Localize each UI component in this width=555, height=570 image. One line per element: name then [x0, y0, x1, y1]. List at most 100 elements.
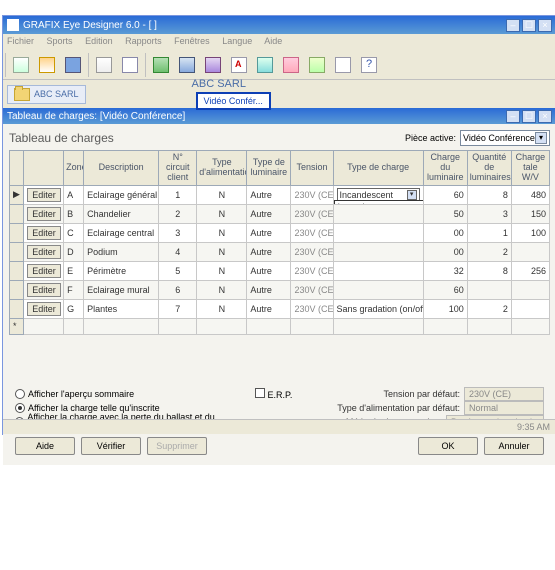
cell-chargelum[interactable]: 00 [423, 223, 467, 242]
cell-circuit[interactable]: 6 [159, 280, 197, 299]
edit-button[interactable]: Editer [27, 264, 61, 278]
tool-open[interactable] [35, 53, 59, 77]
cell-circuit[interactable]: 1 [159, 185, 197, 204]
cell-desc[interactable]: Eclairage mural [84, 280, 159, 299]
tool-people[interactable] [279, 53, 303, 77]
menu-lang[interactable]: Langue [222, 36, 252, 46]
menu-reports[interactable]: Rapports [125, 36, 162, 46]
cell-chargelum[interactable]: 32 [423, 261, 467, 280]
col-lumtype[interactable]: Type de luminaire [247, 151, 291, 186]
cell-tension[interactable]: 230V (CE) [291, 242, 333, 261]
tool-doc[interactable] [118, 53, 142, 77]
cell-lumtype[interactable]: Autre [247, 242, 291, 261]
tool-text[interactable] [227, 53, 251, 77]
cell-chargelum[interactable]: 60 [423, 280, 467, 299]
cell-chargelum[interactable]: 50 [423, 204, 467, 223]
table-row-new[interactable]: * [10, 318, 550, 334]
cell-tension[interactable]: 230V (CE) [291, 299, 333, 318]
col-zone[interactable]: Zone [64, 151, 84, 186]
col-chargelum[interactable]: Charge du luminaire [423, 151, 467, 186]
cell-circuit[interactable]: 4 [159, 242, 197, 261]
col-aliment[interactable]: Type d'alimentation [197, 151, 247, 186]
row-header[interactable] [10, 299, 24, 318]
cell-desc[interactable]: Eclairage général [84, 185, 159, 204]
cell-zone[interactable]: G [64, 299, 84, 318]
cancel-button[interactable]: Annuler [484, 437, 544, 455]
table-row[interactable]: ▶ Editer A Eclairage général 1 N Autre 2… [10, 185, 550, 204]
cell-aliment[interactable]: N [197, 280, 247, 299]
empty-cell[interactable] [159, 318, 197, 334]
row-header[interactable] [10, 261, 24, 280]
cell-totalcharge[interactable]: 480 [511, 185, 549, 204]
maximize-button[interactable]: ☐ [522, 19, 536, 32]
cell-totalcharge[interactable]: 150 [511, 204, 549, 223]
tool-save[interactable] [61, 53, 85, 77]
cell-chargetype[interactable] [333, 204, 423, 223]
cell-lumtype[interactable]: Autre [247, 299, 291, 318]
cell-qtylum[interactable]: 2 [467, 242, 511, 261]
cell-qtylum[interactable]: 8 [467, 261, 511, 280]
col-chargetype[interactable]: Type de charge [333, 151, 423, 186]
cell-lumtype[interactable]: Autre [247, 261, 291, 280]
cell-aliment[interactable]: N [197, 223, 247, 242]
empty-cell[interactable] [197, 318, 247, 334]
cell-circuit[interactable]: 7 [159, 299, 197, 318]
cell-desc[interactable]: Périmètre [84, 261, 159, 280]
ok-button[interactable]: OK [418, 437, 478, 455]
active-room-pill[interactable]: Vidéo Confér... [196, 92, 271, 110]
radio-summary[interactable] [15, 389, 25, 399]
edit-button[interactable]: Editer [27, 245, 61, 259]
tool-cfg1[interactable] [175, 53, 199, 77]
cell-aliment[interactable]: N [197, 185, 247, 204]
row-header[interactable] [10, 223, 24, 242]
edit-button[interactable]: Editer [27, 302, 61, 316]
tool-list[interactable] [331, 53, 355, 77]
tool-cut[interactable] [92, 53, 116, 77]
cell-circuit[interactable]: 2 [159, 204, 197, 223]
cell-lumtype[interactable]: Autre [247, 204, 291, 223]
table-row[interactable]: Editer E Périmètre 5 N Autre 230V (CE) 3… [10, 261, 550, 280]
row-header-new[interactable]: * [10, 318, 24, 334]
dropdown-option[interactable]: Incandescent [335, 201, 424, 205]
cell-qtylum[interactable]: 3 [467, 204, 511, 223]
cell-tension[interactable]: 230V (CE) [291, 204, 333, 223]
inner-close-button[interactable]: × [538, 110, 552, 123]
cell-zone[interactable]: C [64, 223, 84, 242]
cell-totalcharge[interactable] [511, 299, 549, 318]
empty-cell[interactable] [333, 318, 423, 334]
cell-qtylum[interactable] [467, 280, 511, 299]
tool-cfg2[interactable] [201, 53, 225, 77]
close-button[interactable]: × [538, 19, 552, 32]
tool-sound[interactable] [305, 53, 329, 77]
empty-cell[interactable] [291, 318, 333, 334]
col-totalcharge[interactable]: Charge tale W/V [511, 151, 549, 186]
help-button[interactable]: Aide [15, 437, 75, 455]
edit-button[interactable]: Editer [27, 226, 61, 240]
edit-button[interactable]: Editer [27, 207, 61, 221]
cell-zone[interactable]: A [64, 185, 84, 204]
cell-chargelum[interactable]: 00 [423, 242, 467, 261]
dropdown-list[interactable]: IncandescentTBT ferromagnétiqueTBT élect… [334, 200, 424, 205]
checkbox-erp[interactable] [255, 388, 265, 398]
cell-chargetype[interactable]: Incandescent ▾ IncandescentTBT ferromagn… [333, 185, 423, 204]
empty-cell[interactable] [511, 318, 549, 334]
cell-qtylum[interactable]: 1 [467, 223, 511, 242]
verify-button[interactable]: Vérifier [81, 437, 141, 455]
row-header[interactable] [10, 242, 24, 261]
cell-aliment[interactable]: N [197, 242, 247, 261]
edit-button[interactable]: Editer [27, 188, 61, 202]
cell-lumtype[interactable]: Autre [247, 185, 291, 204]
table-row[interactable]: Editer B Chandelier 2 N Autre 230V (CE) … [10, 204, 550, 223]
active-room-dropdown[interactable]: Vidéo Conférence ▾ [460, 130, 550, 146]
table-row[interactable]: Editer D Podium 4 N Autre 230V (CE) 00 2 [10, 242, 550, 261]
cell-chargetype[interactable] [333, 261, 423, 280]
empty-cell[interactable] [423, 318, 467, 334]
tool-help[interactable] [357, 53, 381, 77]
cell-zone[interactable]: B [64, 204, 84, 223]
cell-circuit[interactable]: 5 [159, 261, 197, 280]
cell-tension[interactable]: 230V (CE) [291, 280, 333, 299]
empty-cell[interactable] [467, 318, 511, 334]
cell-qtylum[interactable]: 8 [467, 185, 511, 204]
cell-qtylum[interactable]: 2 [467, 299, 511, 318]
row-header[interactable] [10, 204, 24, 223]
